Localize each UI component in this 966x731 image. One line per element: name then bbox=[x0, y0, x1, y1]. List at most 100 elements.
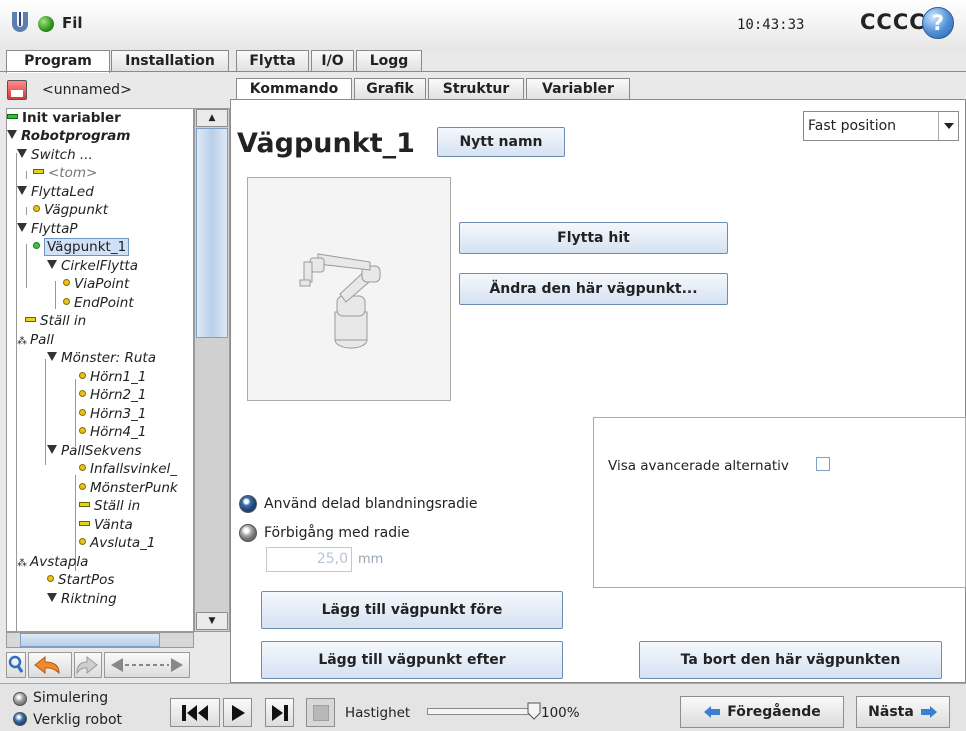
tree-item-selected[interactable]: Vägpunkt_1 bbox=[33, 238, 130, 256]
tree-item[interactable]: Robotprogram bbox=[7, 127, 130, 145]
tree-item[interactable]: Mönster: Ruta bbox=[47, 349, 156, 367]
waypoint-icon bbox=[79, 464, 86, 471]
tree-item[interactable]: FlyttaLed bbox=[17, 183, 94, 201]
tree-item[interactable]: CirkelFlytta bbox=[47, 257, 138, 275]
tree-item[interactable]: Vänta bbox=[79, 516, 133, 534]
advanced-options-checkbox[interactable] bbox=[816, 457, 830, 471]
set-icon bbox=[79, 502, 90, 507]
expand-icon bbox=[47, 445, 57, 454]
step-icon[interactable] bbox=[265, 698, 294, 727]
undo-icon[interactable] bbox=[28, 652, 72, 678]
rewind-icon[interactable] bbox=[170, 698, 220, 727]
tree-item[interactable]: Vägpunkt bbox=[33, 201, 108, 219]
program-name: <unnamed> bbox=[42, 82, 132, 98]
tree-item[interactable]: MönsterPunk bbox=[79, 479, 178, 497]
subtab-kommando[interactable]: Kommando bbox=[236, 78, 352, 101]
tree-item[interactable]: ⁂ Pall bbox=[17, 331, 54, 351]
add-waypoint-before-button[interactable]: Lägg till vägpunkt före bbox=[261, 591, 563, 629]
tree-item[interactable]: Hörn2_1 bbox=[79, 386, 146, 404]
pallet-icon: ⁂ bbox=[17, 336, 27, 347]
assignment-icon bbox=[7, 114, 18, 119]
waypoint-icon bbox=[79, 409, 86, 416]
scrollbar-thumb[interactable] bbox=[20, 633, 160, 647]
subtab-grafik[interactable]: Grafik bbox=[354, 78, 426, 100]
tree-item[interactable]: Avsluta_1 bbox=[79, 534, 155, 552]
blend-radius-input[interactable]: 25,0 bbox=[266, 547, 352, 572]
pallet-icon: ⁂ bbox=[17, 558, 27, 569]
tree-item[interactable]: ⁂ Avstapla bbox=[17, 553, 88, 573]
waypoint-icon bbox=[79, 427, 86, 434]
advanced-options-box bbox=[593, 417, 966, 588]
add-waypoint-after-button[interactable]: Lägg till vägpunkt efter bbox=[261, 641, 563, 679]
blend-shared-label: Använd delad blandningsradie bbox=[264, 496, 478, 512]
tab-program[interactable]: Program bbox=[6, 50, 110, 73]
rename-button[interactable]: Nytt namn bbox=[437, 127, 565, 157]
tree-item[interactable]: FlyttaP bbox=[17, 220, 78, 238]
previous-label: Föregående bbox=[727, 704, 821, 720]
blend-radius-label: Förbigång med radie bbox=[264, 525, 410, 541]
subtab-struktur[interactable]: Struktur bbox=[428, 78, 524, 100]
tab-installation[interactable]: Installation bbox=[111, 50, 229, 72]
scroll-down-icon[interactable]: ▼ bbox=[196, 612, 228, 630]
tree-item[interactable]: Hörn4_1 bbox=[79, 423, 146, 441]
robot-status-icon[interactable] bbox=[38, 16, 54, 32]
real-robot-radio[interactable] bbox=[13, 712, 27, 726]
move-here-button[interactable]: Flytta hit bbox=[459, 222, 728, 254]
next-button[interactable]: Nästa bbox=[856, 696, 950, 728]
play-icon[interactable] bbox=[223, 698, 252, 727]
move-arrows-icon[interactable] bbox=[104, 652, 190, 678]
tree-item[interactable]: ViaPoint bbox=[63, 275, 129, 293]
real-robot-label: Verklig robot bbox=[33, 712, 123, 728]
tree-item[interactable]: Switch ... bbox=[17, 146, 93, 164]
scroll-up-icon[interactable]: ▲ bbox=[196, 109, 228, 127]
blend-radius-radio[interactable] bbox=[239, 524, 257, 542]
tree-item[interactable]: Hörn3_1 bbox=[79, 405, 146, 423]
blend-radius-unit: mm bbox=[358, 552, 384, 567]
change-waypoint-button[interactable]: Ändra den här vägpunkt... bbox=[459, 273, 728, 305]
tree-item[interactable]: EndPoint bbox=[63, 294, 134, 312]
tree-item[interactable]: Infallsvinkel_ bbox=[79, 460, 177, 478]
chevron-down-icon[interactable] bbox=[938, 112, 958, 140]
file-menu[interactable]: Fil bbox=[62, 14, 83, 32]
tab-divider bbox=[0, 71, 966, 72]
tree-item[interactable]: PallSekvens bbox=[47, 442, 142, 460]
tree-item[interactable]: StartPos bbox=[47, 571, 114, 589]
tab-logg[interactable]: Logg bbox=[356, 50, 422, 72]
top-bar bbox=[0, 0, 966, 50]
speed-value: 100% bbox=[541, 705, 580, 721]
tree-item[interactable]: Ställ in bbox=[79, 497, 140, 515]
arrow-left-icon bbox=[704, 706, 721, 718]
speed-slider-thumb[interactable] bbox=[527, 702, 541, 720]
waypoint-icon bbox=[63, 298, 70, 305]
expand-icon bbox=[17, 149, 27, 158]
stop-icon[interactable] bbox=[306, 698, 335, 727]
program-tree[interactable]: Init variabler Robotprogram Switch ... <… bbox=[6, 108, 194, 632]
speed-slider[interactable] bbox=[427, 708, 537, 715]
tab-flytta[interactable]: Flytta bbox=[236, 50, 309, 72]
expand-icon bbox=[47, 352, 57, 361]
search-icon[interactable] bbox=[6, 652, 26, 678]
previous-button[interactable]: Föregående bbox=[680, 696, 844, 728]
tree-item[interactable]: Hörn1_1 bbox=[79, 368, 146, 386]
advanced-options-label: Visa avancerade alternativ bbox=[608, 458, 789, 474]
redo-icon[interactable] bbox=[74, 652, 102, 678]
remove-waypoint-button[interactable]: Ta bort den här vägpunkten bbox=[639, 641, 942, 679]
expand-icon bbox=[7, 130, 17, 139]
subtab-variabler[interactable]: Variabler bbox=[526, 78, 630, 100]
save-icon[interactable] bbox=[7, 80, 27, 100]
arrow-right-icon bbox=[920, 706, 937, 718]
tree-item[interactable]: Ställ in bbox=[25, 312, 86, 330]
ur-logo-icon bbox=[12, 12, 28, 32]
help-icon[interactable]: ? bbox=[922, 7, 954, 39]
tree-item[interactable]: Init variabler bbox=[7, 109, 121, 127]
tab-io[interactable]: I/O bbox=[311, 50, 354, 72]
simulation-radio[interactable] bbox=[13, 692, 27, 706]
robot-preview bbox=[247, 177, 451, 401]
tree-item[interactable]: Riktning bbox=[47, 590, 117, 608]
tree-item[interactable]: <tom> bbox=[33, 164, 97, 182]
speed-label: Hastighet bbox=[345, 705, 411, 721]
waypoint-icon bbox=[79, 538, 86, 545]
waypoint-icon bbox=[79, 483, 86, 490]
blend-shared-radio[interactable] bbox=[239, 495, 257, 513]
scrollbar-thumb[interactable] bbox=[196, 128, 228, 338]
